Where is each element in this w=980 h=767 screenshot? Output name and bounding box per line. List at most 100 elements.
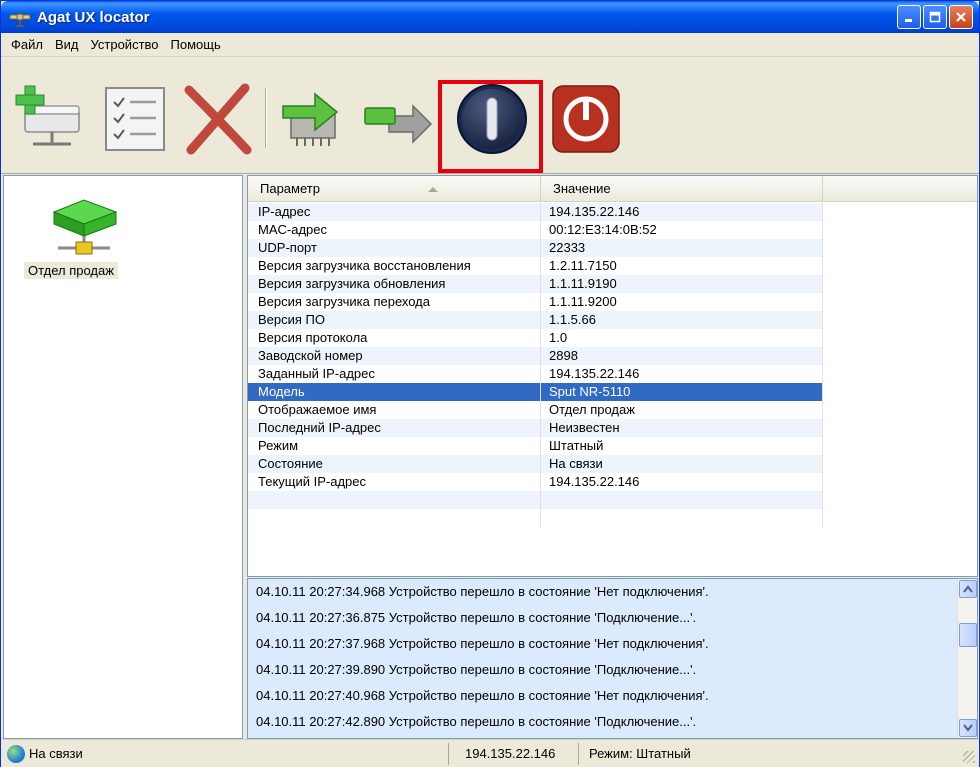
cell-parameter: Версия загрузчика обновления xyxy=(248,275,541,293)
table-row[interactable]: Отображаемое имя Отдел продаж xyxy=(248,401,977,419)
cell-value: 1.1.11.9190 xyxy=(541,275,823,293)
table-body: IP-адрес 194.135.22.146 MAC-адрес 00:12:E3:… xyxy=(248,203,977,527)
cell-value: 194.135.22.146 xyxy=(541,473,823,491)
status-connection-text: На связи xyxy=(29,745,83,761)
cell-value: Sput NR-5110 xyxy=(541,383,823,401)
column-header-value[interactable]: Значение xyxy=(541,176,823,202)
cell-value: 00:12:E3:14:0B:52 xyxy=(541,221,823,239)
log-entry: 04.10.11 20:27:39.890 Устройство перешло… xyxy=(256,662,697,677)
globe-icon xyxy=(7,745,25,764)
scroll-down-button[interactable] xyxy=(959,719,977,737)
cell-value: Штатный xyxy=(541,437,823,455)
menu-view[interactable]: Вид xyxy=(49,37,85,52)
delete-device-button[interactable] xyxy=(179,80,257,158)
cell-value: 194.135.22.146 xyxy=(541,365,823,383)
cell-parameter: Отображаемое имя xyxy=(248,401,541,419)
table-row[interactable] xyxy=(248,491,977,509)
table-row[interactable]: IP-адрес 194.135.22.146 xyxy=(248,203,977,221)
menu-device[interactable]: Устройство xyxy=(85,37,165,52)
device-item[interactable] xyxy=(44,192,124,262)
table-row[interactable]: Последний IP-адрес Неизвестен xyxy=(248,419,977,437)
properties-list-icon xyxy=(105,87,165,151)
cell-parameter: Версия загрузчика восстановления xyxy=(248,257,541,275)
device-label[interactable]: Отдел продаж xyxy=(24,262,118,279)
table-row[interactable]: UDP-порт 22333 xyxy=(248,239,977,257)
table-row[interactable]: Версия ПО 1.1.5.66 xyxy=(248,311,977,329)
sort-ascending-icon xyxy=(428,187,438,192)
table-row[interactable] xyxy=(248,509,977,527)
cell-value xyxy=(541,491,823,509)
table-row[interactable]: Состояние На связи xyxy=(248,455,977,473)
maximize-icon xyxy=(929,11,941,23)
window-title: Agat UX locator xyxy=(37,8,150,26)
table-row[interactable]: Версия загрузчика перехода 1.1.11.9200 xyxy=(248,293,977,311)
minimize-button[interactable] xyxy=(897,5,921,29)
log-entry: 04.10.11 20:27:37.968 Устройство перешло… xyxy=(256,636,709,651)
log-lines: 04.10.11 20:27:34.968 Устройство перешло… xyxy=(248,579,977,735)
menu-file[interactable]: Файл xyxy=(5,37,49,52)
cell-parameter xyxy=(248,491,541,509)
table-row[interactable]: Текущий IP-адрес 194.135.22.146 xyxy=(248,473,977,491)
table-row[interactable]: Версия загрузчика восстановления 1.2.11.7… xyxy=(248,257,977,275)
toolbar xyxy=(1,58,979,174)
status-mode: Режим: Штатный xyxy=(589,745,691,761)
table-row[interactable]: Режим Штатный xyxy=(248,437,977,455)
add-device-button[interactable] xyxy=(11,80,89,158)
delete-x-icon xyxy=(184,83,252,155)
title-bar[interactable]: Agat UX locator xyxy=(1,1,979,33)
properties-button[interactable] xyxy=(96,80,174,158)
scroll-thumb[interactable] xyxy=(959,623,977,647)
menu-help[interactable]: Помощь xyxy=(165,37,227,52)
cell-parameter: Версия загрузчика перехода xyxy=(248,293,541,311)
cell-value: Неизвестен xyxy=(541,419,823,437)
power-off-icon xyxy=(552,85,620,153)
add-device-icon xyxy=(15,85,80,146)
cell-parameter: Заданный IP-адрес xyxy=(248,365,541,383)
log-entry: 04.10.11 20:27:42.890 Устройство перешло… xyxy=(256,714,697,729)
upload-firmware-button[interactable] xyxy=(275,80,353,158)
status-ip: 194.135.22.146 xyxy=(449,742,579,765)
cell-parameter: UDP-порт xyxy=(248,239,541,257)
table-row[interactable]: Версия протокола 1.0 xyxy=(248,329,977,347)
maximize-button[interactable] xyxy=(923,5,947,29)
cell-parameter: Версия ПО xyxy=(248,311,541,329)
table-row[interactable]: Версия загрузчика обновления 1.1.11.9190 xyxy=(248,275,977,293)
satellite-app-icon xyxy=(9,6,31,28)
power-off-button[interactable] xyxy=(547,80,625,158)
cell-parameter: Состояние xyxy=(248,455,541,473)
resize-grip-icon[interactable] xyxy=(963,751,975,763)
network-device-icon xyxy=(52,199,118,255)
column-header-parameter[interactable]: Параметр xyxy=(248,176,541,202)
table-row[interactable]: Заводской номер 2898 xyxy=(248,347,977,365)
parameters-table: Параметр Значение IP-адрес 194.135.22.146… xyxy=(247,175,978,577)
close-icon xyxy=(956,12,966,22)
status-connection: На связи xyxy=(1,742,449,765)
transfer-button[interactable] xyxy=(359,80,437,158)
log-scrollbar[interactable] xyxy=(957,579,977,738)
cell-parameter: MAC-адрес xyxy=(248,221,541,239)
cell-parameter: IP-адрес xyxy=(248,203,541,221)
cell-value: 194.135.22.146 xyxy=(541,203,823,221)
column-header-label: Значение xyxy=(553,181,611,196)
cell-parameter: Текущий IP-адрес xyxy=(248,473,541,491)
cell-value xyxy=(541,509,823,527)
cell-value: 2898 xyxy=(541,347,823,365)
cell-parameter: Модель xyxy=(248,383,541,401)
device-list-panel: Отдел продаж xyxy=(3,175,243,739)
log-entry: 04.10.11 20:27:36.875 Устройство перешло… xyxy=(256,610,697,625)
cell-value: 22333 xyxy=(541,239,823,257)
log-entry: 04.10.11 20:27:34.968 Устройство перешло… xyxy=(256,584,709,599)
menu-bar: Файл Вид Устройство Помощь xyxy=(1,33,979,57)
table-row[interactable]: Заданный IP-адрес 194.135.22.146 xyxy=(248,365,977,383)
scroll-up-button[interactable] xyxy=(959,580,977,598)
cell-parameter: Заводской номер xyxy=(248,347,541,365)
close-button[interactable] xyxy=(949,5,973,29)
cell-value: На связи xyxy=(541,455,823,473)
table-row[interactable]: Модель Sput NR-5110 xyxy=(248,383,977,401)
transfer-arrow-icon xyxy=(364,104,433,144)
table-row[interactable]: MAC-адрес 00:12:E3:14:0B:52 xyxy=(248,221,977,239)
chevron-up-icon xyxy=(963,585,973,593)
highlight-box xyxy=(438,80,543,173)
chevron-down-icon xyxy=(963,724,973,732)
app-window: Agat UX locator Файл Вид Устройство Помо… xyxy=(0,0,980,767)
